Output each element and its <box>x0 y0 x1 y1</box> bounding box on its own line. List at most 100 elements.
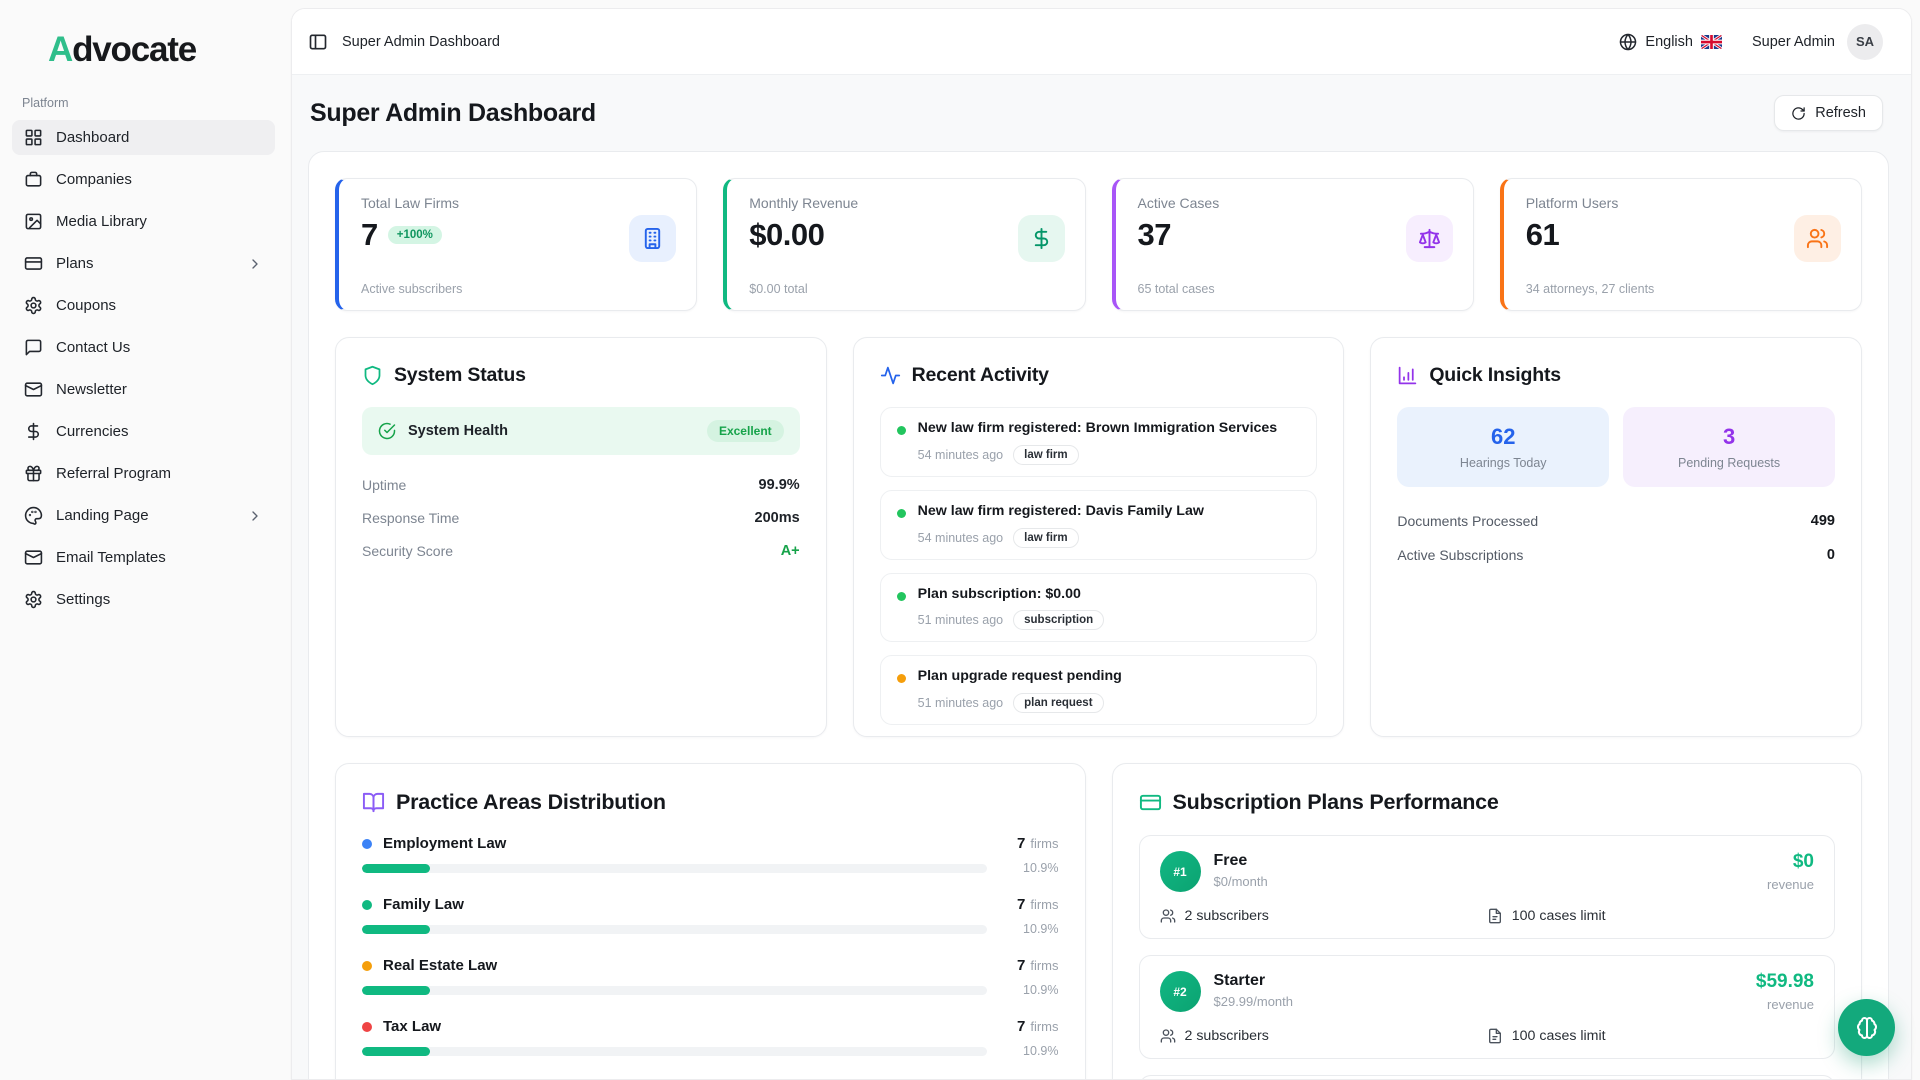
avatar: SA <box>1847 24 1883 60</box>
main-panel: Super Admin Dashboard English Super Admi… <box>291 8 1912 1080</box>
sidebar-item-dashboard[interactable]: Dashboard <box>12 120 275 155</box>
recent-activity-card: Recent Activity New law firm registered:… <box>853 337 1345 737</box>
sidebar-section-label: Platform <box>12 96 275 120</box>
credit-card-icon <box>1139 791 1162 814</box>
plan-card-starter: #2 Starter $29.99/month $59.98 revenue <box>1139 955 1836 1059</box>
user-menu[interactable]: Super Admin SA <box>1752 24 1883 60</box>
plan-card-partial <box>1139 1075 1836 1079</box>
activity-item: Plan subscription: $0.00 51 minutes ago … <box>880 573 1318 643</box>
sidebar-item-currencies[interactable]: Currencies <box>12 414 275 449</box>
language-switcher[interactable]: English <box>1619 33 1722 51</box>
activity-dot <box>897 674 906 683</box>
mail-icon <box>24 380 43 399</box>
refresh-icon <box>1791 106 1806 121</box>
mail-icon <box>24 548 43 567</box>
grid-icon <box>24 128 43 147</box>
activity-dot <box>897 509 906 518</box>
chevron-right-icon <box>247 256 263 272</box>
activity-tag: plan request <box>1013 693 1103 713</box>
palette-icon <box>24 506 43 525</box>
page-body: Super Admin Dashboard Refresh Total Law … <box>292 75 1911 1079</box>
stats-row: Total Law Firms 7 +100% Active subscribe… <box>335 178 1862 311</box>
plan-subscribers: 2 subscribers <box>1160 908 1487 924</box>
credit-card-icon <box>24 254 43 273</box>
practice-area-row: Real Estate Law 7 firms 10.9% <box>362 957 1059 997</box>
stat-value: $0.00 <box>749 217 824 253</box>
dollar-icon <box>24 422 43 441</box>
insight-documents-processed: Documents Processed 499 <box>1397 513 1835 529</box>
gift-icon <box>24 464 43 483</box>
sidebar-toggle-icon[interactable] <box>308 32 328 52</box>
topbar: Super Admin Dashboard English Super Admi… <box>292 9 1911 75</box>
plan-rank-badge: #2 <box>1160 971 1201 1012</box>
stat-value: 37 <box>1138 217 1171 253</box>
stat-card-platform-users: Platform Users 61 34 attorneys, 27 clien… <box>1500 178 1862 311</box>
legend-dot <box>362 839 372 849</box>
insight-active-subscriptions: Active Subscriptions 0 <box>1397 547 1835 563</box>
activity-item: New law firm registered: Brown Immigrati… <box>880 407 1318 477</box>
stat-value: 61 <box>1526 217 1559 253</box>
file-text-icon <box>1487 908 1503 924</box>
ai-assistant-button[interactable] <box>1838 999 1895 1056</box>
sidebar-item-email-templates[interactable]: Email Templates <box>12 540 275 575</box>
activity-item: Plan upgrade request pending 51 minutes … <box>880 655 1318 725</box>
breadcrumb: Super Admin Dashboard <box>342 34 500 50</box>
stat-card-monthly-revenue: Monthly Revenue $0.00 $0.00 total <box>723 178 1085 311</box>
activity-dot <box>897 426 906 435</box>
chat-bubble-icon <box>24 338 43 357</box>
quick-insights-card: Quick Insights 62 Hearings Today 3 Pendi… <box>1370 337 1862 737</box>
book-open-icon <box>362 791 385 814</box>
sidebar-item-landing-page[interactable]: Landing Page <box>12 498 275 533</box>
brain-icon <box>1855 1016 1879 1040</box>
plan-rank-badge: #1 <box>1160 851 1201 892</box>
users-icon <box>1160 908 1176 924</box>
gear-icon <box>24 296 43 315</box>
sidebar: Advocate Platform Dashboard Companies Me… <box>0 0 287 1080</box>
stat-value: 7 <box>361 217 378 253</box>
plan-cases-limit: 100 cases limit <box>1487 908 1814 924</box>
metric-security-score: Security Score A+ <box>362 543 800 559</box>
progress-bar <box>362 925 987 934</box>
practice-area-row: Tax Law 7 firms 10.9% <box>362 1018 1059 1058</box>
refresh-button[interactable]: Refresh <box>1774 95 1883 131</box>
activity-tag: subscription <box>1013 610 1104 630</box>
file-text-icon <box>1487 1028 1503 1044</box>
page-title: Super Admin Dashboard <box>310 99 596 128</box>
system-status-card: System Status System Health Excellent Up… <box>335 337 827 737</box>
sidebar-item-media-library[interactable]: Media Library <box>12 204 275 239</box>
brand-logo: Advocate <box>12 22 275 96</box>
progress-bar <box>362 864 987 873</box>
sidebar-item-plans[interactable]: Plans <box>12 246 275 281</box>
briefcase-icon <box>24 170 43 189</box>
users-icon <box>1794 215 1841 262</box>
sidebar-item-companies[interactable]: Companies <box>12 162 275 197</box>
sidebar-item-contact-us[interactable]: Contact Us <box>12 330 275 365</box>
plan-card-free: #1 Free $0/month $0 revenue <box>1139 835 1836 939</box>
sidebar-item-settings[interactable]: Settings <box>12 582 275 617</box>
plan-subscribers: 2 subscribers <box>1160 1028 1487 1044</box>
practice-area-row: Employment Law 7 firms 10.9% <box>362 835 1059 875</box>
users-icon <box>1160 1028 1176 1044</box>
subscription-plans-card: Subscription Plans Performance #1 Free $… <box>1112 763 1863 1079</box>
scales-icon <box>1406 215 1453 262</box>
dollar-icon <box>1018 215 1065 262</box>
metric-response-time: Response Time 200ms <box>362 510 800 526</box>
plan-cases-limit: 100 cases limit <box>1487 1028 1814 1044</box>
stat-card-active-cases: Active Cases 37 65 total cases <box>1112 178 1474 311</box>
activity-tag: law firm <box>1013 445 1078 465</box>
gear-icon <box>24 590 43 609</box>
uk-flag-icon <box>1701 35 1722 49</box>
shield-icon <box>362 365 383 386</box>
insight-tile-pending: 3 Pending Requests <box>1623 407 1835 487</box>
status-badge: Excellent <box>707 420 784 442</box>
trend-badge: +100% <box>388 226 442 244</box>
sidebar-item-newsletter[interactable]: Newsletter <box>12 372 275 407</box>
progress-bar <box>362 1047 987 1056</box>
practice-areas-card: Practice Areas Distribution Employment L… <box>335 763 1086 1079</box>
legend-dot <box>362 961 372 971</box>
sidebar-item-referral-program[interactable]: Referral Program <box>12 456 275 491</box>
check-circle-icon <box>378 422 396 440</box>
progress-bar <box>362 986 987 995</box>
sidebar-item-coupons[interactable]: Coupons <box>12 288 275 323</box>
activity-dot <box>897 592 906 601</box>
